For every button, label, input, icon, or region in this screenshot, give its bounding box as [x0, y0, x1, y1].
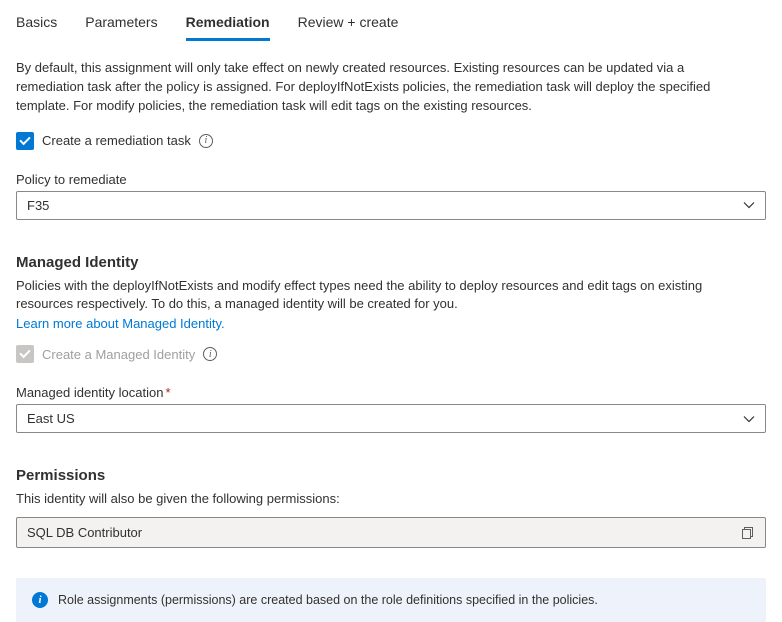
- info-circle-icon: i: [32, 592, 48, 608]
- create-remediation-checkbox[interactable]: [16, 132, 34, 150]
- copy-icon[interactable]: [741, 526, 755, 540]
- intro-text: By default, this assignment will only ta…: [16, 59, 736, 116]
- managed-identity-location-select[interactable]: East US: [16, 404, 766, 433]
- chevron-down-icon: [743, 413, 755, 425]
- create-remediation-row: Create a remediation task i: [16, 132, 766, 150]
- managed-identity-desc: Policies with the deployIfNotExists and …: [16, 277, 736, 315]
- create-managed-identity-label: Create a Managed Identity: [42, 347, 195, 362]
- info-icon[interactable]: i: [199, 134, 213, 148]
- tab-parameters[interactable]: Parameters: [85, 8, 157, 40]
- create-remediation-label: Create a remediation task: [42, 133, 191, 148]
- tab-basics[interactable]: Basics: [16, 8, 57, 40]
- create-managed-identity-checkbox: [16, 345, 34, 363]
- managed-identity-link[interactable]: Learn more about Managed Identity.: [16, 316, 766, 331]
- tab-remediation[interactable]: Remediation: [186, 8, 270, 40]
- info-banner: i Role assignments (permissions) are cre…: [16, 578, 766, 622]
- managed-identity-title: Managed Identity: [16, 254, 766, 271]
- policy-to-remediate-label: Policy to remediate: [16, 172, 766, 187]
- create-managed-identity-row: Create a Managed Identity i: [16, 345, 766, 363]
- info-icon[interactable]: i: [203, 347, 217, 361]
- permissions-value-box: SQL DB Contributor: [16, 517, 766, 548]
- tab-bar: Basics Parameters Remediation Review + c…: [16, 0, 766, 41]
- permissions-desc: This identity will also be given the fol…: [16, 490, 736, 509]
- managed-identity-location-label: Managed identity location*: [16, 385, 766, 400]
- required-indicator: *: [165, 385, 170, 400]
- policy-to-remediate-select[interactable]: F35: [16, 191, 766, 220]
- permissions-value: SQL DB Contributor: [27, 525, 142, 540]
- permissions-title: Permissions: [16, 467, 766, 484]
- tab-review-create[interactable]: Review + create: [298, 8, 399, 40]
- chevron-down-icon: [743, 199, 755, 211]
- info-banner-text: Role assignments (permissions) are creat…: [58, 593, 598, 607]
- policy-to-remediate-value: F35: [27, 198, 49, 213]
- managed-identity-location-value: East US: [27, 411, 75, 426]
